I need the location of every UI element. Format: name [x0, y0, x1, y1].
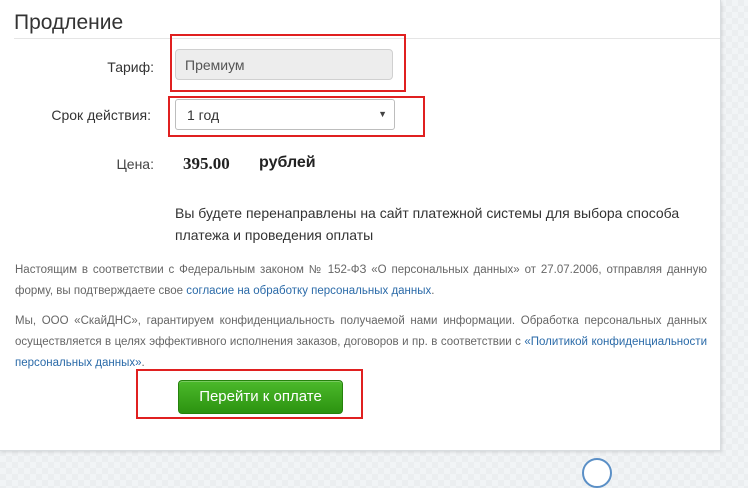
personal-data-notice: Настоящим в соответствии с Федеральным з…: [15, 260, 707, 302]
consent-link[interactable]: согласие на обработку персональных данны…: [186, 285, 431, 297]
privacy-notice-end: .: [141, 357, 145, 369]
tariff-label: Тариф:: [107, 59, 154, 75]
privacy-notice: Мы, ООО «СкайДНС», гарантируем конфиденц…: [15, 311, 707, 374]
page-title: Продление: [14, 11, 124, 34]
pay-button-highlight-box: [136, 369, 363, 419]
price-value: 395.00: [183, 154, 230, 173]
period-label: Срок действия:: [51, 107, 151, 123]
redirect-note: Вы будете перенаправлены на сайт платежн…: [175, 205, 680, 243]
personal-data-notice-end: .: [431, 285, 435, 297]
price-unit: рублей: [259, 154, 316, 171]
period-highlight-box: [168, 96, 425, 137]
price-label: Цена:: [116, 156, 154, 172]
tariff-highlight-box: [170, 34, 406, 92]
